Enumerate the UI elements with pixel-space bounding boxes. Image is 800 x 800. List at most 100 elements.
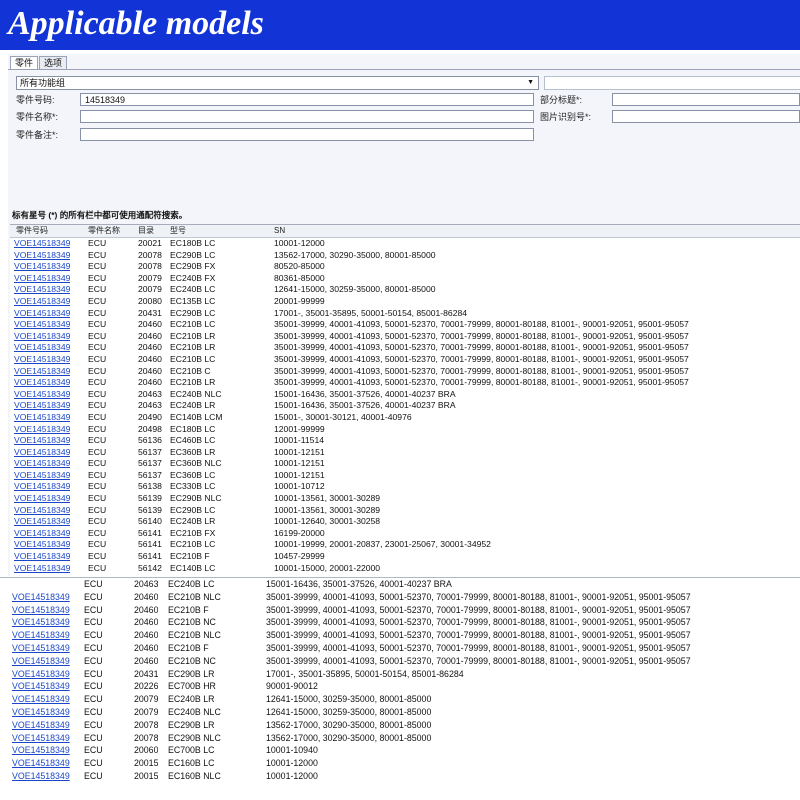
part-number-link[interactable]: VOE14518349	[12, 719, 70, 732]
table-row[interactable]: VOE14518349 ECU 20490 EC140B LCM 15001-, 300…	[10, 412, 800, 424]
table-row[interactable]: VOE14518349 ECU 20460 EC210B F 35001-39999, …	[0, 642, 800, 655]
part-number-link[interactable]: VOE14518349	[12, 706, 70, 719]
table-row[interactable]: VOE14518349 ECU 20498 EC180B LC 12001-99999	[10, 424, 800, 436]
table-row[interactable]: VOE14518349 ECU 56137 EC360B NLC 10001-12151	[10, 458, 800, 470]
part-number-link[interactable]: VOE14518349	[14, 551, 70, 563]
chevron-down-icon[interactable]: ▼	[527, 77, 534, 89]
part-number-link[interactable]: VOE14518349	[14, 389, 70, 401]
part-number-link[interactable]: VOE14518349	[14, 273, 70, 285]
part-number-link[interactable]: VOE14518349	[14, 377, 70, 389]
table-row[interactable]: VOE14518349 ECU 20460 EC210B LC 35001-39999,…	[10, 354, 800, 366]
table-row[interactable]: VOE14518349 ECU 20460 EC210B LR 35001-39999,…	[10, 331, 800, 343]
table-row[interactable]: VOE14518349 ECU 20079 EC240B FX 80361-85000	[10, 273, 800, 285]
table-row[interactable]: VOE14518349 ECU 20460 EC210B LR 35001-39999,…	[10, 377, 800, 389]
part-number-link[interactable]: VOE14518349	[14, 516, 70, 528]
table-row[interactable]: VOE14518349 ECU 56141 EC210B F 10457-29999	[10, 551, 800, 563]
table-row[interactable]: VOE14518349 ECU 56137 EC360B LC 10001-12151	[10, 470, 800, 482]
table-row[interactable]: VOE14518349 ECU 56138 EC330B LC 10001-10712	[10, 481, 800, 493]
table-row[interactable]: VOE14518349 ECU 20015 EC160B NLC 10001-12000	[0, 770, 800, 783]
table-row[interactable]: VOE14518349 ECU 20463 EC240B LR 15001-16436,…	[10, 400, 800, 412]
part-number-link[interactable]: VOE14518349	[14, 308, 70, 320]
part-number-link[interactable]: VOE14518349	[14, 331, 70, 343]
table-row[interactable]: VOE14518349 ECU 20431 EC290B LC 17001-, 3500…	[10, 308, 800, 320]
table-row[interactable]: VOE14518349 ECU 56136 EC460B LC 10001-11514	[10, 435, 800, 447]
part-name-input[interactable]	[80, 110, 534, 123]
table-row[interactable]: VOE14518349 ECU 20463 EC240B NLC 15001-16436…	[10, 389, 800, 401]
table-row[interactable]: VOE14518349 ECU 20460 EC210B NLC 35001-39999…	[0, 629, 800, 642]
part-number-link[interactable]: VOE14518349	[14, 342, 70, 354]
part-number-link[interactable]: VOE14518349	[12, 744, 70, 757]
part-number-link[interactable]: VOE14518349	[14, 505, 70, 517]
part-number-link[interactable]: VOE14518349	[14, 366, 70, 378]
part-number-link[interactable]: VOE14518349	[12, 680, 70, 693]
table-row[interactable]: VOE14518349 ECU 20080 EC135B LC 20001-99999	[10, 296, 800, 308]
table-row[interactable]: VOE14518349 ECU 20078 EC290B FX 80520-85000	[10, 261, 800, 273]
table-row[interactable]: ECU 20463 EC240B LC 15001-16436, 35001-3752…	[0, 578, 800, 591]
part-number-link[interactable]: VOE14518349	[12, 604, 70, 617]
part-number-input[interactable]: 14518349	[80, 93, 534, 106]
tab-options[interactable]: 选项	[39, 56, 68, 70]
col-header-catalog[interactable]: 目录	[138, 225, 154, 237]
table-row[interactable]: VOE14518349 ECU 20078 EC290B LC 13562-17000,…	[10, 250, 800, 262]
secondary-select[interactable]	[544, 76, 800, 90]
part-number-link[interactable]: VOE14518349	[14, 563, 70, 575]
table-row[interactable]: VOE14518349 ECU 56141 EC210B FX 16199-20000	[10, 528, 800, 540]
part-number-link[interactable]: VOE14518349	[14, 481, 70, 493]
table-row[interactable]: VOE14518349 ECU 56140 EC240B LR 10001-12640,…	[10, 516, 800, 528]
part-number-link[interactable]: VOE14518349	[14, 250, 70, 262]
table-row[interactable]: VOE14518349 ECU 56141 EC210B LC 10001-19999,…	[10, 539, 800, 551]
part-number-link[interactable]: VOE14518349	[14, 458, 70, 470]
part-number-link[interactable]: VOE14518349	[14, 319, 70, 331]
image-id-input[interactable]	[612, 110, 800, 123]
part-number-link[interactable]: VOE14518349	[12, 629, 70, 642]
part-number-link[interactable]: VOE14518349	[14, 528, 70, 540]
table-row[interactable]: VOE14518349 ECU 20015 EC160B LC 10001-12000	[0, 757, 800, 770]
table-row[interactable]: VOE14518349 ECU 20460 EC210B NC 35001-39999,…	[0, 655, 800, 668]
results-grid[interactable]: 零件号码 零件名称 目录 型号 SN VOE14518349 ECU 20021 EC…	[10, 224, 800, 576]
col-header-model[interactable]: 型号	[170, 225, 186, 237]
part-number-link[interactable]: VOE14518349	[12, 655, 70, 668]
section-title-input[interactable]	[612, 93, 800, 106]
part-note-input[interactable]	[80, 128, 534, 141]
part-number-link[interactable]: VOE14518349	[14, 354, 70, 366]
table-row[interactable]: VOE14518349 ECU 20431 EC290B LR 17001-, 3500…	[0, 668, 800, 681]
part-number-link[interactable]: VOE14518349	[14, 296, 70, 308]
results-grid-continued[interactable]: ECU 20463 EC240B LC 15001-16436, 35001-3752…	[0, 577, 800, 794]
table-row[interactable]: VOE14518349 ECU 20460 EC210B LC 35001-39999,…	[10, 319, 800, 331]
part-number-link[interactable]: VOE14518349	[14, 539, 70, 551]
part-number-link[interactable]: VOE14518349	[14, 435, 70, 447]
part-number-link[interactable]: VOE14518349	[12, 732, 70, 745]
table-row[interactable]: VOE14518349 ECU 20460 EC210B NLC 35001-39999…	[0, 591, 800, 604]
col-header-part-name[interactable]: 零件名称	[88, 225, 120, 237]
part-number-link[interactable]: VOE14518349	[14, 493, 70, 505]
col-header-sn[interactable]: SN	[274, 225, 285, 237]
table-row[interactable]: VOE14518349 ECU 20460 EC210B NC 35001-39999,…	[0, 616, 800, 629]
part-number-link[interactable]: VOE14518349	[14, 412, 70, 424]
part-number-link[interactable]: VOE14518349	[14, 447, 70, 459]
table-row[interactable]: VOE14518349 ECU 20460 EC210B C 35001-39999, …	[10, 366, 800, 378]
part-number-link[interactable]: VOE14518349	[14, 400, 70, 412]
table-row[interactable]: VOE14518349 ECU 56139 EC290B LC 10001-13561,…	[10, 505, 800, 517]
function-group-select[interactable]: 所有功能组 ▼	[16, 76, 539, 90]
table-row[interactable]: VOE14518349 ECU 20079 EC240B NLC 12641-15000…	[0, 706, 800, 719]
table-row[interactable]: VOE14518349 ECU 56142 EC140B LC 10001-15000,…	[10, 563, 800, 575]
part-number-link[interactable]: VOE14518349	[12, 757, 70, 770]
table-row[interactable]: VOE14518349 ECU 20226 EC700B HR 90001-90012	[0, 680, 800, 693]
part-number-link[interactable]: VOE14518349	[14, 284, 70, 296]
part-number-link[interactable]: VOE14518349	[12, 770, 70, 783]
part-number-link[interactable]: VOE14518349	[14, 470, 70, 482]
part-number-link[interactable]: VOE14518349	[14, 261, 70, 273]
part-number-link[interactable]: VOE14518349	[12, 642, 70, 655]
part-number-link[interactable]: VOE14518349	[12, 616, 70, 629]
table-row[interactable]: VOE14518349 ECU 20079 EC240B LR 12641-15000,…	[0, 693, 800, 706]
part-number-link[interactable]: VOE14518349	[12, 693, 70, 706]
table-row[interactable]: VOE14518349 ECU 20060 EC700B LC 10001-10940	[0, 744, 800, 757]
table-row[interactable]: VOE14518349 ECU 20021 EC180B LC 10001-12000	[10, 238, 800, 250]
part-number-link[interactable]: VOE14518349	[12, 668, 70, 681]
table-row[interactable]: VOE14518349 ECU 20460 EC210B LR 35001-39999,…	[10, 342, 800, 354]
table-row[interactable]: VOE14518349 ECU 20078 EC290B LR 13562-17000,…	[0, 719, 800, 732]
table-row[interactable]: VOE14518349 ECU 20460 EC210B F 35001-39999, …	[0, 604, 800, 617]
part-number-link[interactable]: VOE14518349	[14, 238, 70, 250]
tab-parts[interactable]: 零件	[10, 56, 39, 70]
table-row[interactable]: VOE14518349 ECU 56137 EC360B LR 10001-12151	[10, 447, 800, 459]
